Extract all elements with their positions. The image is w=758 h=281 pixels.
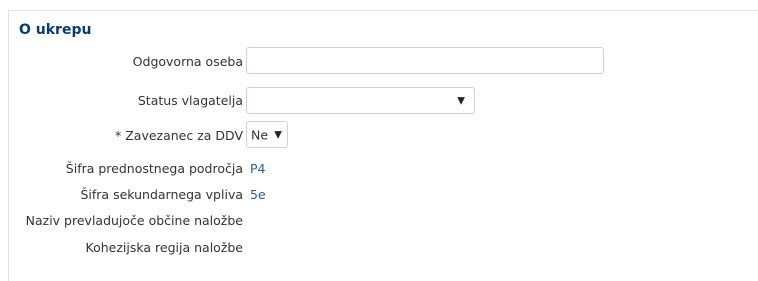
zavezanec-ddv-select[interactable]: Ne ▼ [246,121,288,148]
status-vlagatelja-label: Status vlagatelja [137,93,243,108]
sifra-sekundarnega-label: Šifra sekundarnega vpliva [80,187,243,202]
kohezijska-regija-label: Kohezijska regija naložbe [85,240,243,255]
odgovorna-oseba-input[interactable] [246,47,604,74]
status-vlagatelja-select[interactable]: ▼ [246,87,475,114]
sifra-prednostnega-value: P4 [250,161,266,176]
naziv-obcine-label: Naziv prevladujoče občine naložbe [25,213,243,228]
chevron-down-icon: ▼ [457,95,465,106]
zavezanec-ddv-label: * Zavezanec za DDV [115,128,243,143]
sifra-sekundarnega-value: 5e [250,187,266,202]
sifra-prednostnega-label: Šifra prednostnega področja [65,161,243,176]
zavezanec-ddv-value: Ne [251,127,269,142]
odgovorna-oseba-label: Odgovorna oseba [132,54,243,69]
section-title: O ukrepu [19,22,92,38]
chevron-down-icon: ▼ [274,129,282,140]
